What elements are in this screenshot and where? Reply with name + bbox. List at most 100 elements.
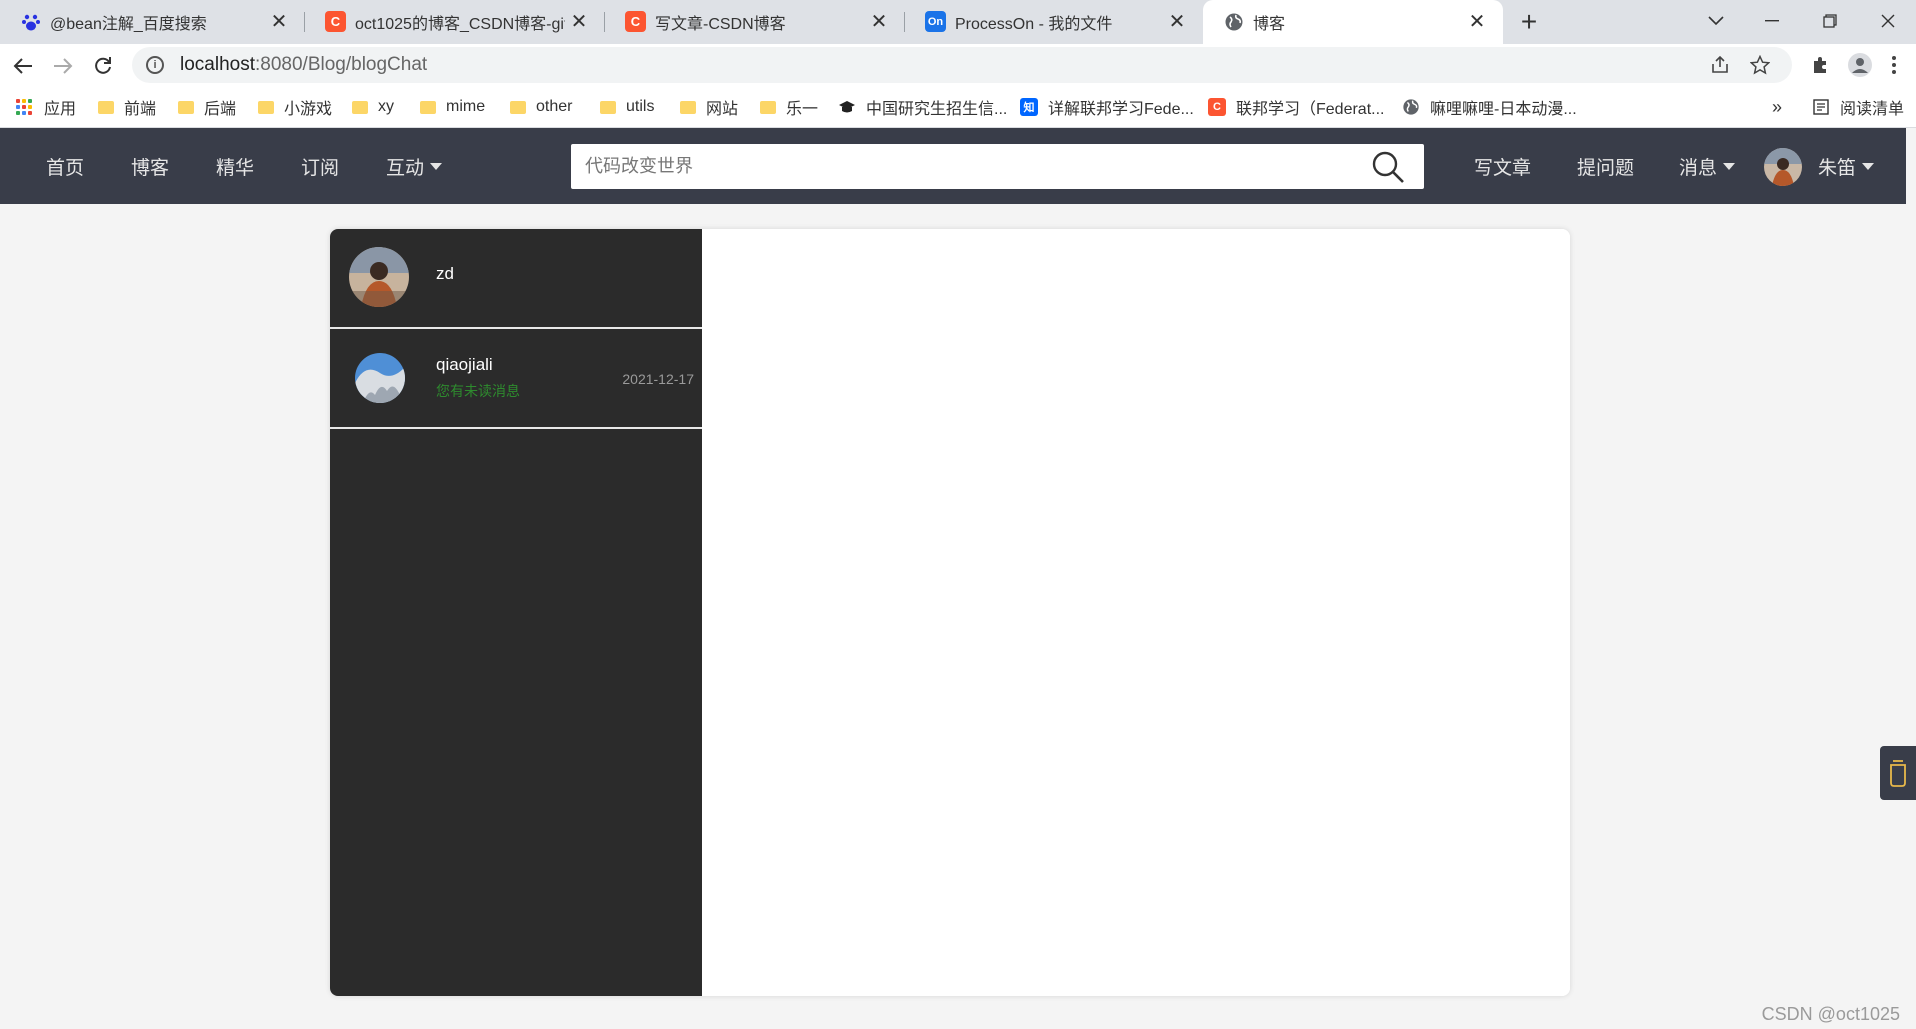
bookmarks-bar: 应用 前端 后端 小游戏 xy mime other utils 网站 乐一 中… <box>0 86 1916 128</box>
csdn-icon: C <box>1208 98 1226 116</box>
star-icon[interactable] <box>1746 51 1774 79</box>
tab-search-chevron-icon[interactable] <box>1696 6 1736 36</box>
folder-icon <box>178 100 194 114</box>
browser-tab-csdn-blog[interactable]: C oct1025的博客_CSDN博客-git,P ✕ <box>305 0 605 44</box>
bookmark-folder-xy[interactable]: xy <box>352 86 394 128</box>
bookmark-label: 后端 <box>204 101 237 118</box>
url-host: localhost <box>180 54 255 75</box>
tab-title: 写文章-CSDN博客 <box>655 16 786 33</box>
nav-subscribe[interactable]: 订阅 <box>301 128 339 204</box>
bookmark-label: 小游戏 <box>284 101 333 118</box>
bookmark-mali[interactable]: 嘛哩嘛哩-日本动漫... <box>1402 86 1577 128</box>
csdn-icon: C <box>625 11 646 32</box>
nav-interact-label: 互动 <box>386 157 425 179</box>
folder-icon <box>760 100 776 114</box>
url-text[interactable]: localhost:8080/Blog/blogChat <box>180 54 427 76</box>
tab-title: 博客 <box>1253 16 1286 33</box>
bookmark-folder-other[interactable]: other <box>510 86 572 128</box>
browser-tab-write-article[interactable]: C 写文章-CSDN博客 ✕ <box>605 0 905 44</box>
bookmark-folder-mime[interactable]: mime <box>420 86 485 128</box>
bookmark-label: 详解联邦学习Fede... <box>1048 101 1194 118</box>
user-avatar[interactable] <box>1764 148 1802 186</box>
baidu-paw-icon <box>20 11 41 32</box>
unread-status: 您有未读消息 <box>436 383 520 399</box>
bookmark-yz-chsi[interactable]: 中国研究生招生信... <box>838 86 1007 128</box>
profile-avatar-icon[interactable] <box>1846 51 1874 79</box>
forward-button[interactable] <box>48 51 78 81</box>
bookmark-zhihu-fl[interactable]: 知 详解联邦学习Fede... <box>1020 86 1194 128</box>
bookmark-label: mime <box>446 98 486 115</box>
csdn-icon: C <box>325 11 346 32</box>
search-icon[interactable] <box>1371 150 1405 184</box>
restore-button[interactable] <box>1810 6 1850 36</box>
reading-list-icon <box>1812 98 1830 116</box>
close-icon[interactable]: ✕ <box>1465 9 1489 33</box>
caret-down-icon <box>1862 162 1875 170</box>
user-name: 朱笛 <box>1818 157 1857 179</box>
bookmark-label: utils <box>626 98 655 115</box>
folder-icon <box>258 100 274 114</box>
contact-name: qiaojiali <box>436 355 493 374</box>
contact-item[interactable]: qiaojiali 您有未读消息 2021-12-17 <box>330 329 702 429</box>
zhihu-icon: 知 <box>1020 98 1038 116</box>
bookmark-label: 中国研究生招生信... <box>866 101 1008 118</box>
folder-icon <box>600 100 616 114</box>
close-icon[interactable]: ✕ <box>267 9 291 33</box>
extensions-puzzle-icon[interactable] <box>1806 51 1834 79</box>
nav-blog[interactable]: 博客 <box>131 128 169 204</box>
new-tab-button[interactable]: + <box>1516 6 1542 37</box>
contact-avatar <box>349 247 409 307</box>
reload-button[interactable] <box>88 51 118 81</box>
nav-user-dropdown[interactable]: 朱笛 <box>1818 128 1875 204</box>
tab-title: oct1025的博客_CSDN博客-git,P <box>355 16 565 33</box>
more-bookmarks-button[interactable]: » <box>1772 86 1782 128</box>
folder-icon <box>680 100 696 114</box>
browser-tab-processon[interactable]: On ProcessOn - 我的文件 ✕ <box>905 0 1203 44</box>
graduation-cap-icon <box>838 98 856 116</box>
folder-icon <box>420 100 436 114</box>
caret-down-icon <box>1723 162 1736 170</box>
browser-tab-blog[interactable]: 博客 ✕ <box>1203 0 1503 44</box>
back-button[interactable] <box>8 51 38 81</box>
nav-ask-question[interactable]: 提问题 <box>1577 128 1634 204</box>
contact-item[interactable]: zd <box>330 229 702 329</box>
close-icon[interactable]: ✕ <box>1165 9 1189 33</box>
more-menu-icon[interactable] <box>1880 51 1908 79</box>
close-window-button[interactable] <box>1868 6 1908 36</box>
bookmark-folder-utils[interactable]: utils <box>600 86 654 128</box>
tab-title: @bean注解_百度搜索 <box>50 16 207 33</box>
message-date: 2021-12-17 <box>622 371 694 387</box>
minimize-button[interactable] <box>1752 6 1792 36</box>
bookmark-csdn-fl[interactable]: C 联邦学习（Federat... <box>1208 86 1384 128</box>
nav-interact-dropdown[interactable]: 互动 <box>386 128 443 204</box>
apps-grid-icon <box>16 99 32 115</box>
bookmark-apps[interactable]: 应用 <box>16 86 76 128</box>
nav-messages-label: 消息 <box>1679 157 1718 179</box>
close-icon[interactable]: ✕ <box>867 9 891 33</box>
side-float-widget[interactable] <box>1880 746 1916 800</box>
processon-icon: On <box>925 11 946 32</box>
nav-featured[interactable]: 精华 <box>216 128 254 204</box>
bookmark-label: 网站 <box>706 101 739 118</box>
globe-icon <box>1223 11 1244 32</box>
bookmark-label: 阅读清单 <box>1840 101 1905 118</box>
url-path: :8080/Blog/blogChat <box>255 54 428 75</box>
contact-avatar <box>355 353 405 403</box>
reading-list-button[interactable]: 阅读清单 <box>1812 86 1904 128</box>
info-icon[interactable]: i <box>146 56 164 74</box>
bookmark-folder-backend[interactable]: 后端 <box>178 86 236 128</box>
search-input[interactable] <box>571 144 1351 189</box>
bookmark-folder-leyi[interactable]: 乐一 <box>760 86 818 128</box>
share-icon[interactable] <box>1706 51 1734 79</box>
bookmark-folder-games[interactable]: 小游戏 <box>258 86 332 128</box>
browser-tab-baidu[interactable]: @bean注解_百度搜索 ✕ <box>0 0 305 44</box>
bookmark-folder-websites[interactable]: 网站 <box>680 86 738 128</box>
close-icon[interactable]: ✕ <box>567 9 591 33</box>
folder-icon <box>510 100 526 114</box>
address-bar[interactable]: i localhost:8080/Blog/blogChat <box>132 47 1792 83</box>
site-search <box>571 144 1424 189</box>
nav-write-article[interactable]: 写文章 <box>1474 128 1531 204</box>
nav-messages-dropdown[interactable]: 消息 <box>1679 128 1736 204</box>
bookmark-folder-frontend[interactable]: 前端 <box>98 86 156 128</box>
nav-home[interactable]: 首页 <box>46 128 84 204</box>
